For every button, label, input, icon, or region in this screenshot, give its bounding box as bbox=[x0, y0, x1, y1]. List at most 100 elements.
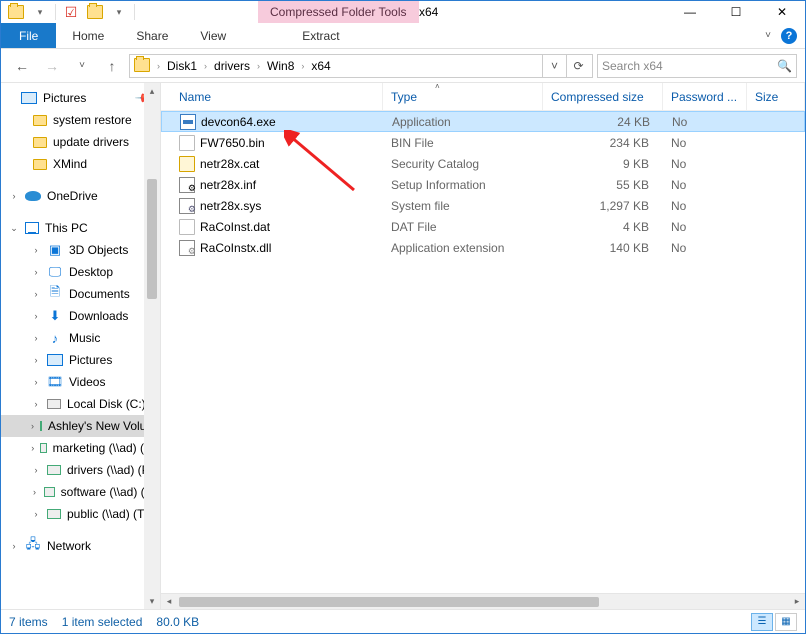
nav-label: Music bbox=[69, 331, 100, 345]
nav-pc-item[interactable]: ›🖵Desktop bbox=[1, 261, 160, 283]
nav-pc-item[interactable]: ›Pictures bbox=[1, 349, 160, 371]
chevron-right-icon[interactable]: › bbox=[9, 191, 19, 201]
chevron-right-icon[interactable]: › bbox=[31, 465, 41, 475]
column-password[interactable]: Password ... bbox=[663, 83, 747, 110]
nav-pc-item[interactable]: ›▣3D Objects bbox=[1, 239, 160, 261]
chevron-right-icon[interactable]: › bbox=[31, 245, 41, 255]
close-button[interactable]: ✕ bbox=[759, 1, 805, 23]
file-row[interactable]: netr28x.catSecurity Catalog9 KBNo bbox=[161, 153, 805, 174]
file-row[interactable]: netr28x.infSetup Information55 KBNo bbox=[161, 174, 805, 195]
up-button[interactable]: ↑ bbox=[99, 53, 125, 79]
navigation-pane[interactable]: Pictures 📌 system restore update drivers… bbox=[1, 83, 161, 609]
chevron-right-icon[interactable]: › bbox=[31, 399, 41, 409]
column-type[interactable]: Type bbox=[383, 83, 543, 110]
nav-pc-item[interactable]: ›public (\\ad) (T:) bbox=[1, 503, 160, 525]
chevron-right-icon[interactable]: › bbox=[31, 311, 41, 321]
nav-label: update drivers bbox=[53, 135, 129, 149]
forward-button[interactable]: → bbox=[39, 53, 65, 79]
nav-update-drivers[interactable]: update drivers bbox=[1, 131, 160, 153]
desktop-icon: 🖵 bbox=[47, 264, 63, 280]
nav-label: Network bbox=[47, 539, 91, 553]
nav-pc-item[interactable]: ›Ashley's New Volume (D:) bbox=[1, 415, 160, 437]
tab-share[interactable]: Share bbox=[120, 23, 184, 48]
chevron-right-icon[interactable]: › bbox=[154, 61, 163, 71]
column-size[interactable]: Size bbox=[747, 83, 805, 110]
chevron-right-icon[interactable]: › bbox=[31, 487, 38, 497]
crumb-x64[interactable]: x64 bbox=[307, 55, 334, 77]
view-details-button[interactable]: ☰ bbox=[751, 613, 773, 631]
view-thumbnails-button[interactable]: ▦ bbox=[775, 613, 797, 631]
nav-pc-item[interactable]: ›software (\\ad) (S:) bbox=[1, 481, 160, 503]
tab-view[interactable]: View bbox=[184, 23, 242, 48]
chevron-right-icon[interactable]: › bbox=[254, 61, 263, 71]
nav-pc-item[interactable]: ›🗎Documents bbox=[1, 283, 160, 305]
scroll-left-icon[interactable]: ◂ bbox=[161, 596, 177, 607]
nav-pictures-quick[interactable]: Pictures 📌 bbox=[1, 87, 160, 109]
nav-onedrive[interactable]: ›OneDrive bbox=[1, 185, 160, 207]
search-icon[interactable]: 🔍 bbox=[777, 59, 792, 73]
scroll-down-icon[interactable]: ▾ bbox=[144, 593, 160, 609]
nav-pc-item[interactable]: ›marketing (\\ad) (N:) bbox=[1, 437, 160, 459]
scroll-thumb[interactable] bbox=[179, 597, 599, 607]
nav-pc-item[interactable]: ›Local Disk (C:) bbox=[1, 393, 160, 415]
chevron-right-icon[interactable]: › bbox=[31, 289, 41, 299]
help-icon[interactable]: ? bbox=[781, 28, 797, 44]
nav-label: system restore bbox=[53, 113, 132, 127]
properties-icon[interactable]: ☑ bbox=[60, 1, 82, 23]
nav-network[interactable]: ›🖧Network bbox=[1, 535, 160, 557]
column-name[interactable]: Name bbox=[161, 83, 383, 110]
chevron-right-icon[interactable]: › bbox=[31, 509, 41, 519]
file-menu[interactable]: File bbox=[1, 23, 56, 48]
scroll-right-icon[interactable]: ▸ bbox=[789, 596, 805, 607]
collapse-ribbon-icon[interactable]: ˅ bbox=[765, 30, 771, 41]
file-row[interactable]: RaCoInst.datDAT File4 KBNo bbox=[161, 216, 805, 237]
chevron-right-icon[interactable]: › bbox=[31, 333, 41, 343]
nav-pc-item[interactable]: ›⬇Downloads bbox=[1, 305, 160, 327]
nav-pc-item[interactable]: ›drivers (\\ad) (P:) bbox=[1, 459, 160, 481]
maximize-button[interactable]: ☐ bbox=[713, 1, 759, 23]
chevron-right-icon[interactable]: › bbox=[201, 61, 210, 71]
chevron-right-icon[interactable]: › bbox=[31, 377, 41, 387]
file-row[interactable]: FW7650.binBIN File234 KBNo bbox=[161, 132, 805, 153]
chevron-down-icon[interactable]: ⌄ bbox=[9, 223, 19, 234]
qat-customize-icon[interactable]: ▾ bbox=[108, 1, 130, 23]
file-icon bbox=[179, 177, 195, 193]
crumb-drivers[interactable]: drivers bbox=[210, 55, 254, 77]
refresh-button[interactable]: ⟳ bbox=[566, 55, 590, 77]
chevron-right-icon[interactable]: › bbox=[31, 443, 34, 453]
breadcrumb[interactable]: › Disk1 › drivers › Win8 › x64 ˅ ⟳ bbox=[129, 54, 593, 78]
file-name: devcon64.exe bbox=[201, 115, 276, 129]
nav-scrollbar[interactable]: ▴ ▾ bbox=[144, 83, 160, 609]
window-title: x64 bbox=[419, 5, 438, 19]
chevron-right-icon[interactable]: › bbox=[298, 61, 307, 71]
file-rows[interactable]: devcon64.exeApplication24 KBNoFW7650.bin… bbox=[161, 111, 805, 593]
crumb-win8[interactable]: Win8 bbox=[263, 55, 298, 77]
chevron-right-icon[interactable]: › bbox=[31, 421, 34, 431]
file-row[interactable]: devcon64.exeApplication24 KBNo bbox=[161, 111, 805, 132]
search-input[interactable]: Search x64 🔍 bbox=[597, 54, 797, 78]
nav-pc-item[interactable]: ›♪Music bbox=[1, 327, 160, 349]
tab-extract[interactable]: Extract bbox=[272, 23, 369, 48]
nav-xmind[interactable]: XMind bbox=[1, 153, 160, 175]
column-compressed-size[interactable]: Compressed size bbox=[543, 83, 663, 110]
scroll-thumb[interactable] bbox=[147, 179, 157, 299]
chevron-right-icon[interactable]: › bbox=[31, 355, 41, 365]
history-dropdown-icon[interactable]: ˅ bbox=[542, 55, 566, 77]
chevron-right-icon[interactable]: › bbox=[31, 267, 41, 277]
file-row[interactable]: netr28x.sysSystem file1,297 KBNo bbox=[161, 195, 805, 216]
new-folder-icon[interactable] bbox=[84, 1, 106, 23]
nav-pc-item[interactable]: ›🎞Videos bbox=[1, 371, 160, 393]
file-row[interactable]: RaCoInstx.dllApplication extension140 KB… bbox=[161, 237, 805, 258]
horizontal-scrollbar[interactable]: ◂ ▸ bbox=[161, 593, 805, 609]
crumb-disk1[interactable]: Disk1 bbox=[163, 55, 201, 77]
nav-this-pc[interactable]: ⌄This PC bbox=[1, 217, 160, 239]
tab-home[interactable]: Home bbox=[56, 23, 120, 48]
chevron-right-icon[interactable]: › bbox=[9, 541, 19, 551]
status-bar: 7 items 1 item selected 80.0 KB ☰ ▦ bbox=[1, 609, 805, 633]
back-button[interactable]: ← bbox=[9, 53, 35, 79]
scroll-up-icon[interactable]: ▴ bbox=[144, 83, 160, 99]
minimize-button[interactable]: ― bbox=[667, 1, 713, 23]
qat-dropdown-icon[interactable]: ▾ bbox=[29, 1, 51, 23]
nav-system-restore[interactable]: system restore bbox=[1, 109, 160, 131]
recent-locations-icon[interactable]: ˅ bbox=[69, 53, 95, 79]
